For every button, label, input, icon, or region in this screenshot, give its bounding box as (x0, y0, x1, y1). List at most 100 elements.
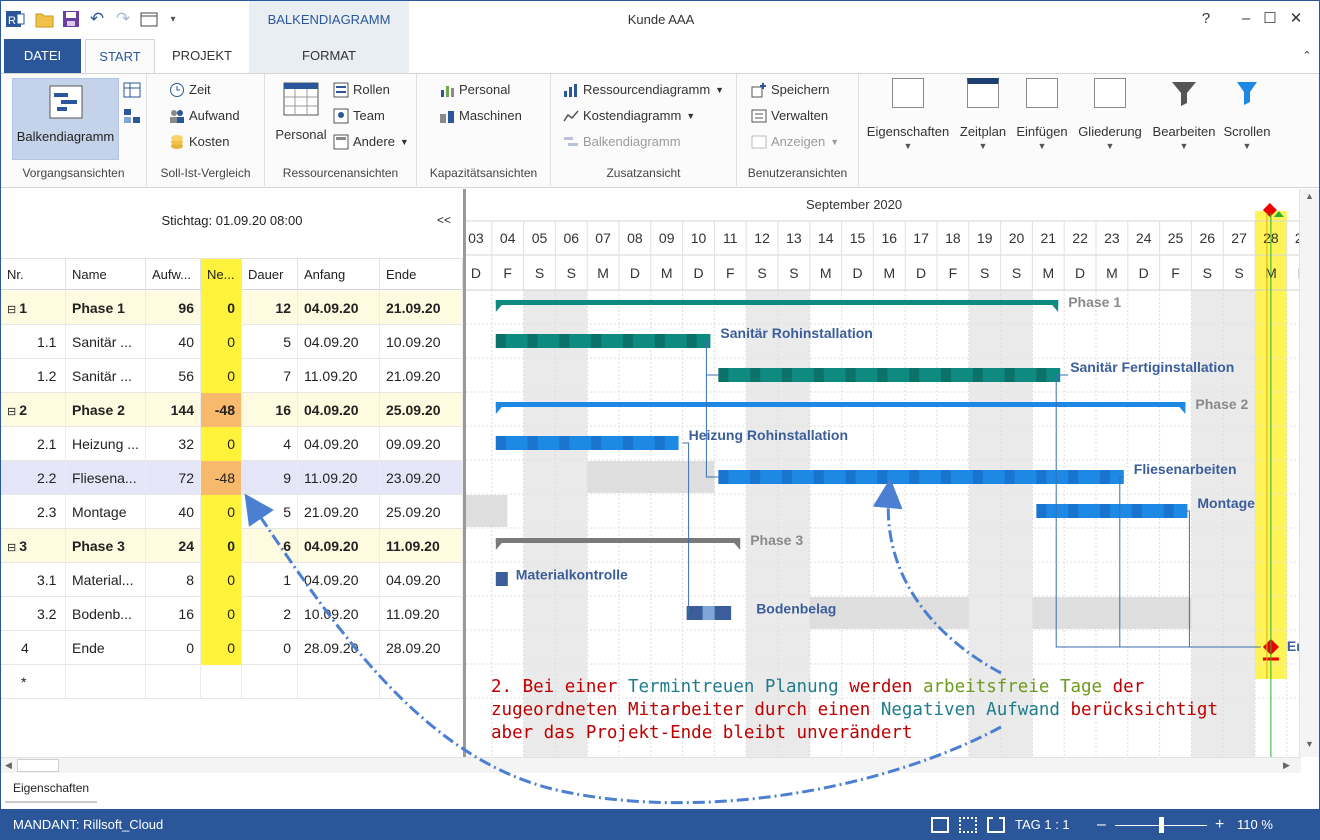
grid-cell[interactable]: 21.09.20 (380, 359, 463, 393)
ressourcendiagramm-button[interactable]: Ressourcendiagramm ▼ (563, 79, 724, 101)
grid-cell[interactable]: 1.2 (1, 359, 66, 393)
redo-icon[interactable]: ↷ (113, 9, 133, 29)
grid-view-icon[interactable] (959, 817, 977, 833)
customize-quickaccess-icon[interactable]: ▾ (163, 9, 183, 29)
grid-cell[interactable]: Bodenb... (66, 597, 146, 631)
grid-cell[interactable]: * (1, 665, 66, 699)
table-row[interactable]: 2.1 Heizung ... 32 0 4 04.09.20 09.09.20 (1, 427, 463, 461)
collapse-toggle-icon[interactable]: ⊟ (7, 304, 16, 316)
personal-view-button[interactable]: Personal (275, 82, 327, 142)
grid-cell[interactable]: Material... (66, 563, 146, 597)
grid-cell[interactable]: 04.09.20 (298, 393, 380, 427)
network-view-icon[interactable] (123, 108, 141, 124)
window-view-icon[interactable] (139, 9, 159, 29)
grid-cell[interactable]: Fliesena... (66, 461, 146, 495)
grid-cell[interactable]: Ende (66, 631, 146, 665)
table-view-icon[interactable] (123, 82, 141, 98)
eigenschaften-button[interactable]: Eigenschaften ▼ (863, 78, 953, 151)
grid-cell[interactable]: Montage (66, 495, 146, 529)
grid-cell[interactable] (242, 665, 298, 699)
kosten-button[interactable]: Kosten (169, 131, 229, 153)
grid-cell[interactable]: 96 (146, 291, 201, 325)
grid-cell[interactable]: ⊟ 1 (1, 291, 66, 325)
grid-cell[interactable]: 56 (146, 359, 201, 393)
grid-cell[interactable]: 5 (242, 495, 298, 529)
close-button[interactable]: ✕ (1273, 1, 1319, 37)
grid-cell[interactable]: 72 (146, 461, 201, 495)
grid-cell[interactable]: 11.09.20 (298, 461, 380, 495)
grid-cell[interactable]: 0 (201, 631, 242, 665)
grid-cell[interactable]: 21.09.20 (380, 291, 463, 325)
einfuegen-button[interactable]: Einfügen ▼ (1013, 78, 1071, 151)
grid-cell[interactable]: ⊟ 2 (1, 393, 66, 427)
kostendiagramm-button[interactable]: Kostendiagramm ▼ (563, 105, 695, 127)
zoom-in-button[interactable]: + (1215, 809, 1224, 839)
table-row[interactable]: 3.2 Bodenb... 16 0 2 10.09.20 11.09.20 (1, 597, 463, 631)
table-row[interactable]: ⊟ 3 Phase 3 24 0 6 04.09.20 11.09.20 (1, 529, 463, 563)
grid-cell[interactable]: Phase 1 (66, 291, 146, 325)
grid-cell[interactable]: 2.2 (1, 461, 66, 495)
grid-cell[interactable]: 25.09.20 (380, 495, 463, 529)
grid-cell[interactable]: 0 (201, 359, 242, 393)
grid-cell[interactable]: 09.09.20 (380, 427, 463, 461)
grid-cell[interactable]: 4 (1, 631, 66, 665)
bearbeiten-button[interactable]: Bearbeiten ▼ (1149, 78, 1219, 151)
grid-cell[interactable]: 21.09.20 (298, 495, 380, 529)
grid-cell[interactable]: 2 (242, 597, 298, 631)
tab-format[interactable]: FORMAT (249, 39, 409, 73)
grid-cell[interactable]: 32 (146, 427, 201, 461)
grid-cell[interactable]: 04.09.20 (298, 325, 380, 359)
grid-cell[interactable]: Heizung ... (66, 427, 146, 461)
grid-cell[interactable]: 0 (201, 427, 242, 461)
scrollen-button[interactable]: Scrollen ▼ (1221, 78, 1273, 151)
vertical-scrollbar[interactable]: ▲ ▼ (1299, 189, 1319, 757)
grid-cell[interactable]: 16 (146, 597, 201, 631)
grid-cell[interactable] (146, 665, 201, 699)
andere-button[interactable]: Andere ▼ (333, 131, 409, 153)
table-row[interactable]: 4 Ende 0 0 0 28.09.20 28.09.20 (1, 631, 463, 665)
table-row[interactable]: 1.1 Sanitär ... 40 0 5 04.09.20 10.09.20 (1, 325, 463, 359)
tab-start[interactable]: START (85, 39, 155, 74)
team-button[interactable]: Team (333, 105, 385, 127)
open-folder-icon[interactable] (35, 9, 55, 29)
grid-cell[interactable]: 24 (146, 529, 201, 563)
grid-cell[interactable]: 0 (201, 597, 242, 631)
undo-icon[interactable]: ↶ (87, 9, 107, 29)
grid-cell[interactable]: 0 (242, 631, 298, 665)
calendar-view-icon[interactable] (987, 817, 1005, 833)
grid-cell[interactable] (201, 665, 242, 699)
tab-datei[interactable]: DATEI (4, 39, 81, 73)
grid-cell[interactable]: 5 (242, 325, 298, 359)
grid-cell[interactable]: 40 (146, 325, 201, 359)
grid-cell[interactable]: 1.1 (1, 325, 66, 359)
grid-cell[interactable]: 04.09.20 (298, 291, 380, 325)
col-header-name[interactable]: Name (66, 259, 146, 291)
grid-cell[interactable]: 0 (201, 291, 242, 325)
table-row[interactable]: 3.1 Material... 8 0 1 04.09.20 04.09.20 (1, 563, 463, 597)
col-header-ende[interactable]: Ende (380, 259, 463, 291)
anzeigen-button[interactable]: Anzeigen ▼ (751, 131, 839, 153)
zeitplan-button[interactable]: Zeitplan ▼ (955, 78, 1011, 151)
grid-cell[interactable] (380, 665, 463, 699)
grid-cell[interactable]: 04.09.20 (298, 563, 380, 597)
grid-cell[interactable]: Sanitär ... (66, 359, 146, 393)
table-row[interactable]: ⊟ 2 Phase 2 144 -48 16 04.09.20 25.09.20 (1, 393, 463, 427)
collapse-ribbon-icon[interactable]: ⌃ (1297, 39, 1317, 73)
grid-cell[interactable]: Phase 2 (66, 393, 146, 427)
grid-cell[interactable]: 25.09.20 (380, 393, 463, 427)
zeit-button[interactable]: Zeit (169, 79, 211, 101)
collapse-grid-button[interactable]: << (437, 213, 451, 227)
maschinen-button[interactable]: Maschinen (439, 105, 522, 127)
eigenschaften-tab[interactable]: Eigenschaften (5, 773, 97, 803)
col-header-aufwand[interactable]: Aufw... (146, 259, 201, 291)
col-header-dauer[interactable]: Dauer (242, 259, 298, 291)
col-header-negativ[interactable]: Ne... (201, 259, 242, 291)
tab-projekt[interactable]: PROJEKT (161, 39, 243, 73)
col-header-anfang[interactable]: Anfang (298, 259, 380, 291)
horizontal-scrollbar[interactable]: ◀ ▶ (1, 757, 1301, 773)
grid-cell[interactable]: 0 (201, 325, 242, 359)
balkendiagramm-view-button[interactable]: Balkendiagramm (12, 78, 119, 160)
grid-cell[interactable]: 3.1 (1, 563, 66, 597)
grid-cell[interactable]: 0 (201, 529, 242, 563)
table-row[interactable]: 2.2 Fliesena... 72 -48 9 11.09.20 23.09.20 (1, 461, 463, 495)
